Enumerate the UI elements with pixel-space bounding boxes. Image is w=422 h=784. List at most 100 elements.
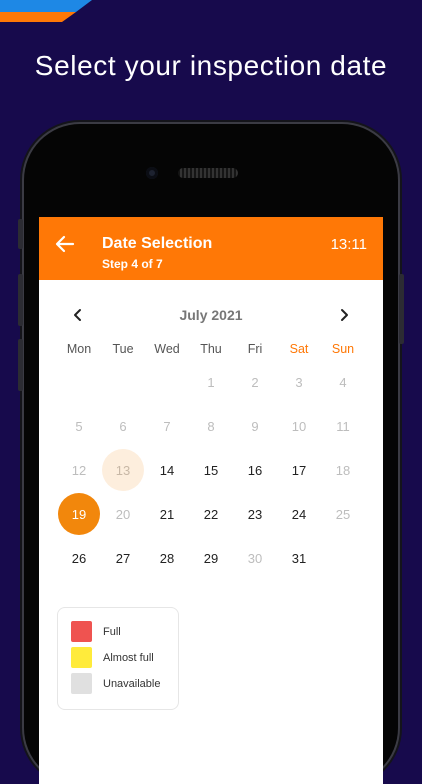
weekday-label: Wed [154, 342, 180, 356]
calendar-day-number: 19 [58, 493, 100, 535]
phone-power-button [399, 274, 404, 344]
calendar-day-number: 16 [247, 462, 263, 478]
calendar-day-number: 30 [247, 550, 263, 566]
calendar-blank-cell [101, 360, 145, 404]
step-indicator: Step 4 of 7 [102, 257, 163, 271]
calendar-day-5: 5 [57, 404, 101, 448]
calendar-day-23[interactable]: 23 [233, 492, 277, 536]
app-bar: Date Selection Step 4 of 7 13:11 [39, 217, 383, 280]
weekday-label: Fri [247, 342, 263, 356]
calendar-day-number: 28 [159, 550, 175, 566]
calendar-day-9: 9 [233, 404, 277, 448]
calendar-day-18: 18 [321, 448, 365, 492]
calendar-day-number: 17 [291, 462, 307, 478]
legend-swatch-full [71, 621, 92, 642]
phone-volume-down-button [18, 339, 23, 391]
calendar-day-number: 18 [335, 462, 351, 478]
legend-label: Full [103, 625, 121, 638]
calendar-day-1: 1 [189, 360, 233, 404]
weekday-label: Tue [112, 342, 134, 356]
calendar-day-13[interactable]: 13 [101, 448, 145, 492]
legend: Full Almost full Unavailable [57, 607, 179, 710]
weekday-label: Sun [331, 342, 355, 356]
calendar-day-number: 12 [71, 462, 87, 478]
calendar-day-17[interactable]: 17 [277, 448, 321, 492]
calendar-day-number: 15 [203, 462, 219, 478]
calendar-day-number: 27 [115, 550, 131, 566]
legend-item-full: Full [71, 621, 121, 642]
calendar-day-29[interactable]: 29 [189, 536, 233, 580]
calendar-day-number: 9 [251, 418, 259, 434]
calendar-day-number: 25 [335, 506, 351, 522]
calendar-day-number: 24 [291, 506, 307, 522]
corner-stripe-decoration [0, 0, 92, 22]
weekday-label: Sat [289, 342, 309, 356]
app-screen: Date Selection Step 4 of 7 13:11 July 20… [39, 217, 383, 784]
calendar-day-number: 31 [291, 550, 307, 566]
calendar-day-number: 23 [247, 506, 263, 522]
calendar-day-21[interactable]: 21 [145, 492, 189, 536]
calendar-day-20: 20 [101, 492, 145, 536]
status-time: 13:11 [330, 236, 367, 253]
calendar-day-30: 30 [233, 536, 277, 580]
calendar-day-number: 11 [336, 418, 350, 434]
calendar-day-number: 2 [251, 374, 259, 390]
calendar-day-16[interactable]: 16 [233, 448, 277, 492]
calendar-blank-cell [57, 360, 101, 404]
calendar-day-number: 22 [203, 506, 219, 522]
calendar-day-number: 26 [71, 550, 87, 566]
calendar-day-15[interactable]: 15 [189, 448, 233, 492]
calendar-day-31[interactable]: 31 [277, 536, 321, 580]
calendar-day-25: 25 [321, 492, 365, 536]
calendar-day-28[interactable]: 28 [145, 536, 189, 580]
calendar-day-19[interactable]: 19 [57, 492, 101, 536]
earpiece-speaker [178, 168, 238, 178]
calendar-blank-cell [145, 360, 189, 404]
weekday-label: Thu [200, 342, 222, 356]
calendar-day-12: 12 [57, 448, 101, 492]
phone-volume-up-button [18, 274, 23, 326]
front-camera [146, 167, 158, 179]
calendar-day-3: 3 [277, 360, 321, 404]
legend-swatch-unavailable [71, 673, 92, 694]
phone-mockup: Date Selection Step 4 of 7 13:11 July 20… [18, 124, 404, 784]
calendar-day-number: 10 [291, 418, 307, 434]
weekday-label: Mon [66, 342, 92, 356]
calendar-day-11: 11 [321, 404, 365, 448]
headline: Select your inspection date [34, 50, 388, 81]
calendar-day-24[interactable]: 24 [277, 492, 321, 536]
calendar-day-number: 4 [339, 374, 347, 390]
legend-item-unavailable: Unavailable [71, 673, 160, 694]
calendar-day-4: 4 [321, 360, 365, 404]
month-label: July 2021 [179, 307, 243, 323]
calendar-day-number: 7 [163, 418, 171, 434]
calendar-day-26[interactable]: 26 [57, 536, 101, 580]
phone-side-button [18, 219, 23, 249]
legend-label: Unavailable [103, 677, 161, 690]
calendar-day-6: 6 [101, 404, 145, 448]
calendar-day-22[interactable]: 22 [189, 492, 233, 536]
calendar-day-number: 8 [207, 418, 215, 434]
calendar-day-10: 10 [277, 404, 321, 448]
calendar-day-27[interactable]: 27 [101, 536, 145, 580]
back-arrow-icon[interactable] [55, 235, 75, 253]
calendar-day-number: 13 [102, 449, 144, 491]
calendar-day-number: 20 [115, 506, 131, 522]
calendar-day-number: 21 [159, 506, 175, 522]
calendar-days-grid: 1 2 3 4 5 6 7 8 9 10 11 12 13 14 15 16 17 18 19 20 21 22 23 24 2… [57, 360, 365, 580]
legend-label: Almost full [103, 651, 154, 664]
legend-swatch-almost-full [71, 647, 92, 668]
chevron-right-icon[interactable] [335, 306, 353, 324]
month-navigation: July 2021 [39, 305, 383, 325]
calendar-day-number: 6 [119, 418, 127, 434]
calendar-day-number: 5 [75, 418, 83, 434]
page-title: Date Selection [102, 235, 213, 252]
calendar-day-number: 1 [207, 374, 215, 390]
calendar-day-number: 29 [203, 550, 219, 566]
calendar-day-14[interactable]: 14 [145, 448, 189, 492]
calendar-day-8: 8 [189, 404, 233, 448]
weekday-header: Mon Tue Wed Thu Fri Sat Sun [57, 342, 365, 356]
calendar-day-7: 7 [145, 404, 189, 448]
calendar-day-2: 2 [233, 360, 277, 404]
calendar-day-number: 3 [295, 374, 303, 390]
